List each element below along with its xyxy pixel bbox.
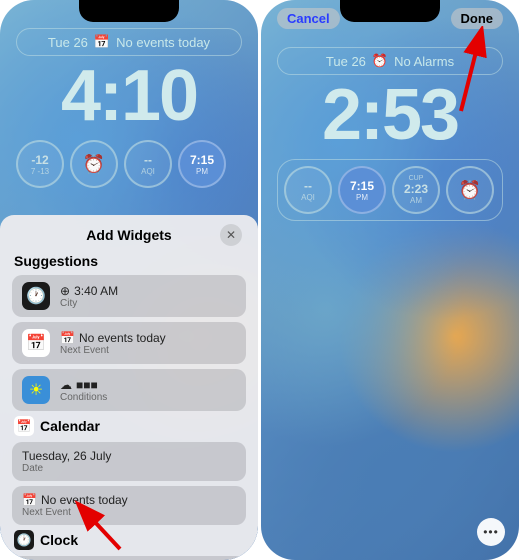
phone-left: Tue 26 📅 No events today 4:10 -12 7 -13 … [0,0,258,560]
alarm-icon [459,180,481,201]
phone-right: Cancel Done Tue 26 ⏰ No Alarms 2:53 -- A… [261,0,519,560]
suggestion-weather[interactable]: ☀ ☁ ■■■ Conditions [12,369,246,411]
calendar-icon: 📅 [22,329,50,357]
aqi-widget[interactable]: -- AQI [124,140,172,188]
clock-icon: 🕐 [22,282,50,310]
suggestion-clock[interactable]: 🕐 ⊕ 3:40 AM City [12,275,246,317]
close-button[interactable]: ✕ [220,224,242,246]
alarm-icon: ⏰ [372,53,388,69]
clock-section-header: 🕐 Clock [14,530,244,550]
world-clock-widget[interactable]: 7:15 PM [338,166,386,214]
suggestion-calendar[interactable]: 📅 📅 No events today Next Event [12,322,246,364]
close-icon: ✕ [226,228,236,242]
alarm-widget[interactable] [70,140,118,188]
calendar-section-header: 📅 Calendar [14,416,244,436]
done-button[interactable]: Done [451,8,504,29]
calendar-next-event-widget[interactable]: 📅 No events today Next Event [12,486,246,525]
widget-row-editor[interactable]: -- AQI 7:15 PM CUP 2:23 AM [277,159,503,221]
lock-clock: 2:53 [261,79,519,151]
cancel-button[interactable]: Cancel [277,8,340,29]
widget-row: -12 7 -13 -- AQI 7:15 PM [16,140,242,188]
lock-clock: 4:10 [0,60,258,132]
calendar-date-widget[interactable]: Tuesday, 26 July Date [12,442,246,481]
clock-icon: 🕐 [14,530,34,550]
clock-city-widget[interactable]: ⊕ 3:40 AM [12,556,246,560]
ellipsis-icon: ••• [483,525,499,539]
date-day: Tue 26 [326,54,366,69]
alarm-icon [83,154,105,175]
weather-temp-widget[interactable]: -12 7 -13 [16,140,64,188]
date-events: No events today [116,35,210,50]
calendar-icon: 📅 [94,34,110,50]
aqi-widget[interactable]: -- AQI [284,166,332,214]
notch [340,0,440,22]
no-alarms-text: No Alarms [394,54,454,69]
alarm-widget[interactable] [446,166,494,214]
weather-icon: ☀ [22,376,50,404]
city-clock-widget[interactable]: CUP 2:23 AM [392,166,440,214]
calendar-icon: 📅 [14,416,34,436]
sheet-title: Add Widgets [86,227,171,243]
notch [79,0,179,22]
date-day: Tue 26 [48,35,88,50]
add-widgets-sheet: Add Widgets ✕ Suggestions 🕐 ⊕ 3:40 AM Ci… [0,215,258,560]
more-button[interactable]: ••• [477,518,505,546]
date-widget[interactable]: Tue 26 📅 No events today [16,28,242,56]
suggestions-header: Suggestions [14,253,244,269]
date-widget[interactable]: Tue 26 ⏰ No Alarms [277,47,503,75]
world-clock-widget[interactable]: 7:15 PM [178,140,226,188]
